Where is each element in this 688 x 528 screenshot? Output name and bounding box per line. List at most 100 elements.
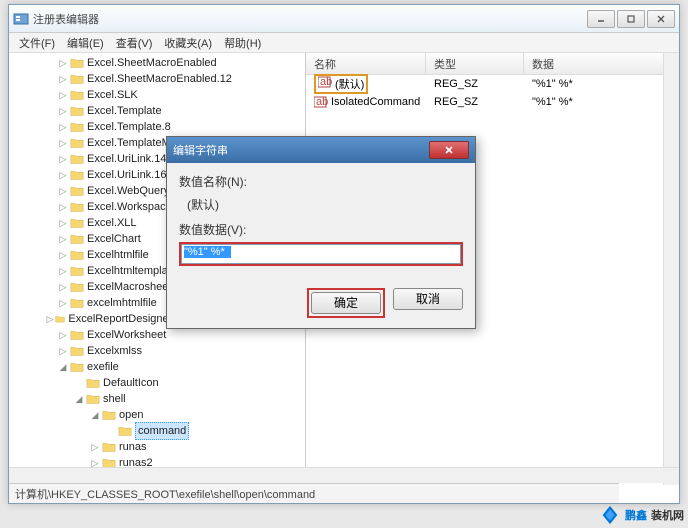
tree-item[interactable]: ◢ shell <box>17 391 305 407</box>
menu-view[interactable]: 查看(V) <box>110 33 159 53</box>
minimize-button[interactable] <box>587 10 615 28</box>
watermark: 鹏鑫装机网 <box>599 504 684 526</box>
value-type: REG_SZ <box>430 78 528 90</box>
value-data-selection: "%1" %* <box>184 246 231 258</box>
expander-icon[interactable]: ◢ <box>73 393 85 405</box>
expander-icon[interactable]: ▷ <box>46 313 55 325</box>
tree-label: Excel.Workspace <box>87 199 172 215</box>
expander-icon[interactable]: ▷ <box>57 201 69 213</box>
tree-label: runas <box>119 439 147 455</box>
menubar: 文件(F) 编辑(E) 查看(V) 收藏夹(A) 帮助(H) <box>9 33 679 53</box>
tree-hscroll[interactable] <box>9 467 306 483</box>
dialog-titlebar[interactable]: 编辑字符串 <box>167 137 475 163</box>
list-header: 名称 类型 数据 <box>306 53 679 75</box>
expander-icon[interactable]: ▷ <box>57 137 69 149</box>
expander-icon[interactable]: ▷ <box>57 217 69 229</box>
expander-icon[interactable]: ▷ <box>57 73 69 85</box>
tree-label: shell <box>103 391 126 407</box>
value-data-label: 数值数据(V): <box>179 221 463 238</box>
expander-icon[interactable] <box>73 377 85 389</box>
expander-icon[interactable]: ▷ <box>57 265 69 277</box>
menu-favorites[interactable]: 收藏夹(A) <box>158 33 218 53</box>
menu-edit[interactable]: 编辑(E) <box>61 33 110 53</box>
col-data[interactable]: 数据 <box>524 53 679 74</box>
list-vscroll[interactable] <box>663 53 679 485</box>
tree-label: Excel.SheetMacroEnabled <box>87 55 217 71</box>
list-row[interactable]: abIsolatedCommand REG_SZ"%1" %* <box>306 93 679 111</box>
expander-icon[interactable]: ▷ <box>57 105 69 117</box>
maximize-button[interactable] <box>617 10 645 28</box>
expander-icon[interactable]: ▷ <box>57 249 69 261</box>
dialog-close-button[interactable] <box>429 141 469 159</box>
svg-text:ab: ab <box>320 76 332 88</box>
value-data: "%1" %* <box>528 96 577 108</box>
tree-label: Excel.Template.8 <box>87 119 171 135</box>
tree-item[interactable]: ▷ Excel.Template.8 <box>17 119 305 135</box>
tree-label: command <box>135 422 189 440</box>
tree-label: Excel.UriLink.14 <box>87 151 166 167</box>
tree-item[interactable]: command <box>17 423 305 439</box>
tree-label: ExcelChart <box>87 231 141 247</box>
tree-label: Excelhtmltemplate <box>87 263 177 279</box>
titlebar[interactable]: 注册表编辑器 <box>9 5 679 33</box>
window-title: 注册表编辑器 <box>33 11 587 27</box>
col-name[interactable]: 名称 <box>306 53 426 74</box>
expander-icon[interactable]: ▷ <box>57 57 69 69</box>
expander-icon[interactable]: ▷ <box>57 297 69 309</box>
expander-icon[interactable]: ▷ <box>57 329 69 341</box>
tree-item[interactable]: ▷Excel.SLK <box>17 87 305 103</box>
expander-icon[interactable]: ▷ <box>89 441 101 453</box>
watermark-text-b: 装机网 <box>651 507 684 523</box>
expander-icon[interactable]: ▷ <box>57 233 69 245</box>
cancel-button[interactable]: 取消 <box>393 288 463 310</box>
tree-item[interactable]: ▷ Excel.SheetMacroEnabled.12 <box>17 71 305 87</box>
tree-label: Excel.UriLink.16 <box>87 167 166 183</box>
tree-label: Excel.XLL <box>87 215 137 231</box>
watermark-text-a: 鹏鑫 <box>625 507 647 523</box>
tree-label: Excel.SheetMacroEnabled.12 <box>87 71 232 87</box>
tree-item[interactable]: ▷ Excel.SheetMacroEnabled <box>17 55 305 71</box>
expander-icon[interactable]: ▷ <box>57 153 69 165</box>
tree-label: ExcelMacrosheet <box>87 279 171 295</box>
value-data-input[interactable]: "%1" %* <box>181 244 461 264</box>
dialog-title: 编辑字符串 <box>173 142 429 158</box>
tree-label: Excel.Template <box>87 103 162 119</box>
tree-item[interactable]: ▷ Excel.Template <box>17 103 305 119</box>
value-type: REG_SZ <box>430 96 528 108</box>
tree-label: Excelxmlss <box>87 343 142 359</box>
menu-help[interactable]: 帮助(H) <box>218 33 267 53</box>
expander-icon[interactable]: ▷ <box>57 89 69 101</box>
col-type[interactable]: 类型 <box>426 53 524 74</box>
tree-label: ExcelWorksheet <box>87 327 166 343</box>
tree-label: excelmhtmlfile <box>87 295 157 311</box>
expander-icon[interactable] <box>105 425 117 437</box>
statusbar: 计算机\HKEY_CLASSES_ROOT\exefile\shell\open… <box>9 483 619 503</box>
ok-button[interactable]: 确定 <box>311 292 381 314</box>
value-name: (默认) <box>335 79 364 91</box>
expander-icon[interactable]: ▷ <box>57 121 69 133</box>
tree-item[interactable]: ◢exefile <box>17 359 305 375</box>
list-hscroll[interactable] <box>306 467 679 483</box>
value-name-label: 数值名称(N): <box>179 173 463 190</box>
close-button[interactable] <box>647 10 675 28</box>
expander-icon[interactable]: ▷ <box>57 185 69 197</box>
tree-item[interactable]: DefaultIcon <box>17 375 305 391</box>
list-row[interactable]: ab(默认) REG_SZ"%1" %* <box>306 75 679 93</box>
expander-icon[interactable]: ▷ <box>57 345 69 357</box>
tree-item[interactable]: ▷ ExcelWorksheet <box>17 327 305 343</box>
tree-item[interactable]: ▷ Excelxmlss <box>17 343 305 359</box>
expander-icon[interactable]: ▷ <box>57 281 69 293</box>
expander-icon[interactable]: ▷ <box>57 169 69 181</box>
value-data: "%1" %* <box>528 78 577 90</box>
menu-file[interactable]: 文件(F) <box>13 33 61 53</box>
expander-icon[interactable]: ◢ <box>57 361 69 373</box>
tree-item[interactable]: ▷ runas <box>17 439 305 455</box>
tree-label: Excelhtmlfile <box>87 247 149 263</box>
svg-text:ab: ab <box>316 96 328 108</box>
value-name: IsolatedCommand <box>331 96 420 108</box>
tree-label: Excel.WebQuery <box>87 183 169 199</box>
expander-icon[interactable]: ◢ <box>89 409 101 421</box>
tree-item[interactable]: ◢open <box>17 407 305 423</box>
edit-string-dialog: 编辑字符串 数值名称(N): (默认) 数值数据(V): "%1" %* 确定 … <box>166 136 476 329</box>
regedit-icon <box>13 11 29 27</box>
